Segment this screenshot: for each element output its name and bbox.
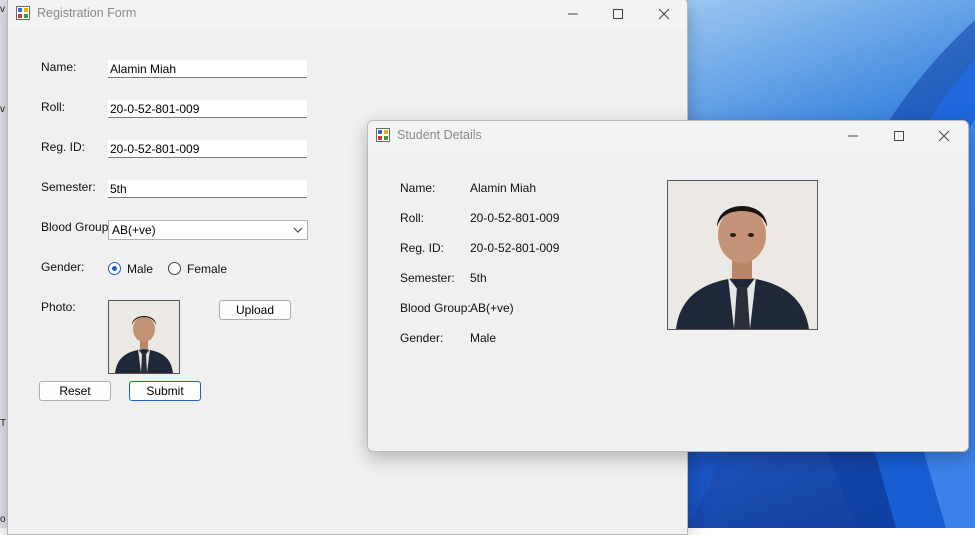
photo-label: Photo: — [41, 300, 76, 314]
blood-group-label: Blood Group: — [41, 220, 112, 234]
winforms-app-icon — [16, 6, 30, 20]
title-bar[interactable]: Student Details — [368, 121, 968, 151]
detail-semester-label: Semester: — [400, 271, 455, 285]
window-title: Registration Form — [37, 6, 137, 20]
window-title: Student Details — [397, 128, 482, 142]
submit-button[interactable]: Submit — [129, 381, 201, 401]
maximize-button[interactable] — [595, 0, 641, 29]
gender-female-label[interactable]: Female — [187, 262, 227, 276]
roll-field[interactable]: 20-0-52-801-009 — [108, 100, 307, 118]
gender-label: Gender: — [41, 260, 85, 274]
detail-name-value: Alamin Miah — [470, 181, 537, 195]
detail-roll-value: 20-0-52-801-009 — [470, 211, 560, 225]
detail-reg-id-value: 20-0-52-801-009 — [470, 241, 560, 255]
gender-male-radio[interactable] — [108, 262, 121, 275]
detail-reg-id-label: Reg. ID: — [400, 241, 445, 255]
maximize-button[interactable] — [876, 121, 922, 151]
photo-preview — [108, 300, 180, 374]
detail-gender-value: Male — [470, 331, 497, 345]
detail-roll-label: Roll: — [400, 211, 425, 225]
maximize-icon — [894, 131, 904, 141]
student-portrait — [668, 181, 817, 329]
minimize-icon — [848, 135, 858, 137]
upload-button[interactable]: Upload — [219, 300, 291, 320]
detail-gender-label: Gender: — [400, 331, 444, 345]
detail-semester-value: 5th — [470, 271, 487, 285]
reset-button[interactable]: Reset — [39, 381, 111, 401]
reg-id-label: Reg. ID: — [41, 140, 86, 154]
close-icon — [658, 8, 670, 20]
detail-name-label: Name: — [400, 181, 436, 195]
gender-female-radio[interactable] — [168, 262, 181, 275]
winforms-app-icon — [376, 128, 390, 142]
close-icon — [938, 130, 950, 142]
name-field[interactable]: Alamin Miah — [108, 60, 307, 78]
name-label: Name: — [41, 60, 77, 74]
maximize-icon — [613, 9, 623, 19]
chevron-down-icon — [293, 227, 303, 233]
detail-blood-group-value: AB(+ve) — [470, 301, 514, 315]
student-details-window: Student Details Name: Alamin Miah Roll: … — [367, 120, 969, 452]
gender-male-label[interactable]: Male — [127, 262, 153, 276]
roll-label: Roll: — [41, 100, 66, 114]
semester-field[interactable]: 5th — [108, 180, 307, 198]
minimize-button[interactable] — [550, 0, 596, 29]
desktop-edge-strip: v v T o — [0, 0, 7, 528]
close-button[interactable] — [641, 0, 687, 29]
title-bar[interactable]: Registration Form — [8, 0, 687, 29]
student-photo — [667, 180, 818, 330]
blood-group-value: AB(+ve) — [112, 223, 156, 237]
detail-blood-group-label: Blood Group: — [400, 301, 471, 315]
semester-label: Semester: — [41, 180, 96, 194]
reg-id-field[interactable]: 20-0-52-801-009 — [108, 140, 307, 158]
minimize-button[interactable] — [830, 121, 876, 151]
minimize-icon — [568, 13, 578, 15]
student-portrait — [109, 301, 179, 373]
blood-group-select[interactable]: AB(+ve) — [108, 220, 308, 240]
close-button[interactable] — [921, 121, 967, 151]
